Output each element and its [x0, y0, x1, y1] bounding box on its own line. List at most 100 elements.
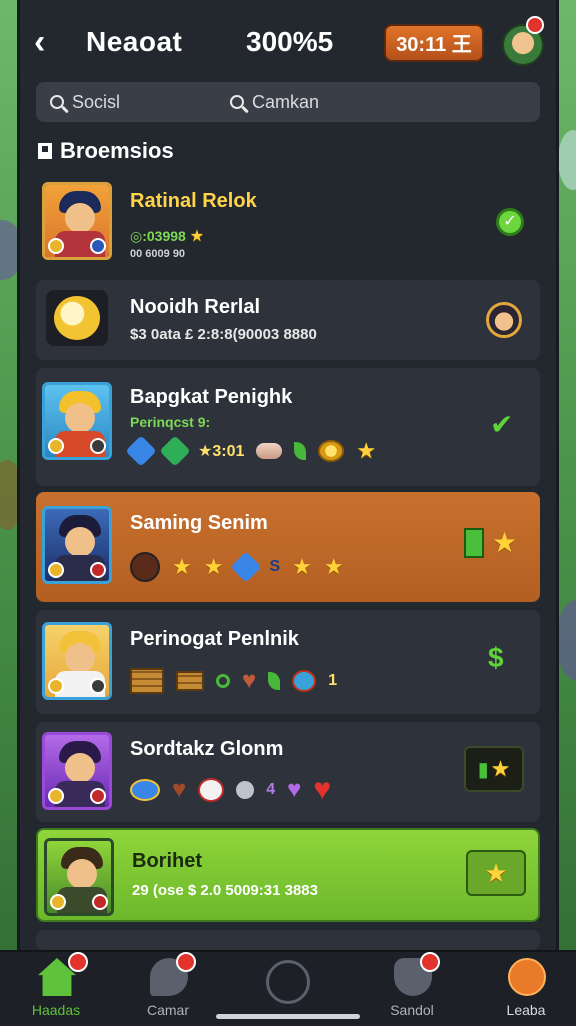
star-icon: ★	[484, 858, 508, 888]
notification-badge	[176, 952, 196, 972]
checkmark-circle-icon[interactable]: ✓	[496, 208, 524, 236]
list-item[interactable]: Ratinal Relok ◎:03998 ★ 00 6009 90 ✓	[36, 176, 540, 272]
search-bar: Socisl Camkan	[36, 82, 540, 122]
section-heading: Broemsios	[38, 138, 174, 164]
home-indicator	[216, 1014, 360, 1019]
page-title: Neaoat	[86, 26, 183, 57]
reward-row: ★3:01 ★	[125, 435, 377, 467]
hero-portrait	[44, 838, 114, 916]
item-name: Nooidh Rerlal	[130, 296, 261, 318]
reward-value: 1	[328, 672, 338, 689]
star-icon: ★	[172, 554, 192, 579]
list-item[interactable]: Sordtakz Glonm ♥ 4 ♥ ♥ ▮ ★	[36, 722, 540, 822]
reward-value: 4	[266, 781, 276, 798]
item-detail: 29 (ose $ 2.0 5009:31 3883	[132, 882, 318, 899]
hero-portrait	[42, 622, 112, 700]
hero-portrait	[42, 382, 112, 460]
nav-label: Leaba	[506, 1002, 546, 1018]
bowl-icon	[130, 779, 160, 801]
coin-icon	[318, 440, 345, 462]
reward-flag-icon	[464, 528, 484, 558]
pearl-icon	[236, 781, 255, 799]
center-circle-icon	[266, 960, 310, 1004]
timer-button[interactable]: 30:11 王	[384, 24, 484, 62]
nav-shield[interactable]: Sandol	[362, 952, 462, 1026]
search-right-label: Camkan	[252, 91, 320, 112]
item-subtitle: Perinqcst 9:	[130, 414, 211, 430]
nav-chat[interactable]: Camar	[118, 952, 218, 1026]
nav-label: Haadas	[31, 1002, 81, 1018]
avatar-icon[interactable]	[486, 302, 522, 338]
star-icon: ★	[292, 554, 312, 579]
heart-icon: ♥	[172, 776, 187, 803]
list-item-highlighted[interactable]: Borihet 29 (ose $ 2.0 5009:31 3883 ★	[36, 828, 540, 922]
list-item[interactable]: Nooidh Rerlal $3 0ata £ 2:8:8(90003 8880	[36, 280, 540, 360]
list-item[interactable]: Bapgkat Penighk Perinqcst 9: ★3:01 ★ ✔	[36, 368, 540, 486]
orb-icon	[198, 778, 225, 802]
item-name: Perinogat Penlnik	[130, 628, 299, 650]
nav-label: Sandol	[390, 1002, 434, 1018]
list-item[interactable]: Perinogat Penlnik ♥ 1 $	[36, 610, 540, 714]
item-stat: ◎:03998 ★	[130, 228, 205, 245]
list-item-highlighted[interactable]: Saming Senim ★ ★ S ★ ★ ★	[36, 492, 540, 602]
item-name: Sordtakz Glonm	[130, 738, 284, 760]
star-icon: ★	[203, 554, 224, 579]
star-icon: ★	[356, 438, 377, 463]
leaf-icon	[294, 442, 307, 460]
notification-badge	[526, 16, 544, 34]
star-icon[interactable]: ★	[492, 529, 517, 557]
item-detail: 00 6009 90	[130, 248, 186, 260]
reward-box[interactable]: ▮ ★	[464, 746, 524, 792]
reward-value: S	[269, 558, 281, 575]
item-name: Bapgkat Penighk	[130, 386, 293, 408]
heart-icon: ♥	[242, 667, 257, 694]
profile-avatar[interactable]	[498, 16, 544, 66]
nav-label: Camar	[146, 1002, 189, 1018]
reward-flag-icon: ▮	[477, 758, 489, 781]
reward-value: ★3:01	[198, 443, 245, 460]
gem-icon	[125, 435, 157, 467]
star-icon: ★	[490, 756, 511, 781]
crate-icon	[130, 668, 164, 694]
ring-icon	[216, 674, 230, 688]
hero-portrait	[42, 732, 112, 810]
rank-icon	[508, 958, 546, 996]
bowl-icon	[292, 670, 317, 692]
heart-icon: ♥	[313, 773, 332, 806]
notification-badge	[420, 952, 440, 972]
background-decoration	[558, 130, 576, 190]
notification-badge	[68, 952, 88, 972]
reward-row: ♥ 4 ♥ ♥	[130, 773, 332, 806]
gem-icon	[230, 551, 263, 583]
chevron-left-icon[interactable]: ‹	[34, 22, 66, 62]
crate-icon	[176, 671, 204, 691]
item-name: Borihet	[132, 850, 202, 872]
star-button[interactable]: ★	[466, 850, 526, 896]
item-name: Ratinal Relok	[130, 190, 257, 212]
search-camkan[interactable]: Camkan	[230, 82, 319, 122]
heart-icon: ♥	[287, 776, 302, 803]
section-title: Broemsios	[60, 138, 174, 163]
dollar-icon[interactable]: $	[488, 642, 504, 674]
hero-portrait	[42, 506, 112, 584]
item-detail: $3 0ata £ 2:8:8(90003 8880	[130, 326, 317, 343]
checkmark-icon[interactable]: ✔	[490, 408, 513, 441]
search-left-label: Socisl	[72, 91, 121, 112]
leaf-icon	[268, 672, 281, 690]
nav-home[interactable]: Haadas	[6, 952, 106, 1026]
item-name: Saming Senim	[130, 512, 268, 534]
search-icon	[50, 95, 64, 109]
star-icon: ★	[323, 554, 344, 579]
background-decoration	[556, 600, 576, 680]
search-icon	[230, 95, 244, 109]
pill-icon	[256, 443, 283, 459]
ghost-icon	[46, 290, 108, 346]
nav-rank[interactable]: Leaba	[476, 952, 576, 1026]
reward-row: ★ ★ S ★ ★	[130, 551, 344, 583]
search-social[interactable]: Socisl	[50, 82, 120, 122]
bomb-icon	[130, 552, 160, 582]
score-display: 300%5	[246, 26, 334, 57]
reward-row: ♥ 1	[130, 668, 337, 694]
top-bar: ‹ Neaoat 300%5 30:11 王	[20, 0, 556, 82]
list-item[interactable]	[36, 930, 540, 950]
